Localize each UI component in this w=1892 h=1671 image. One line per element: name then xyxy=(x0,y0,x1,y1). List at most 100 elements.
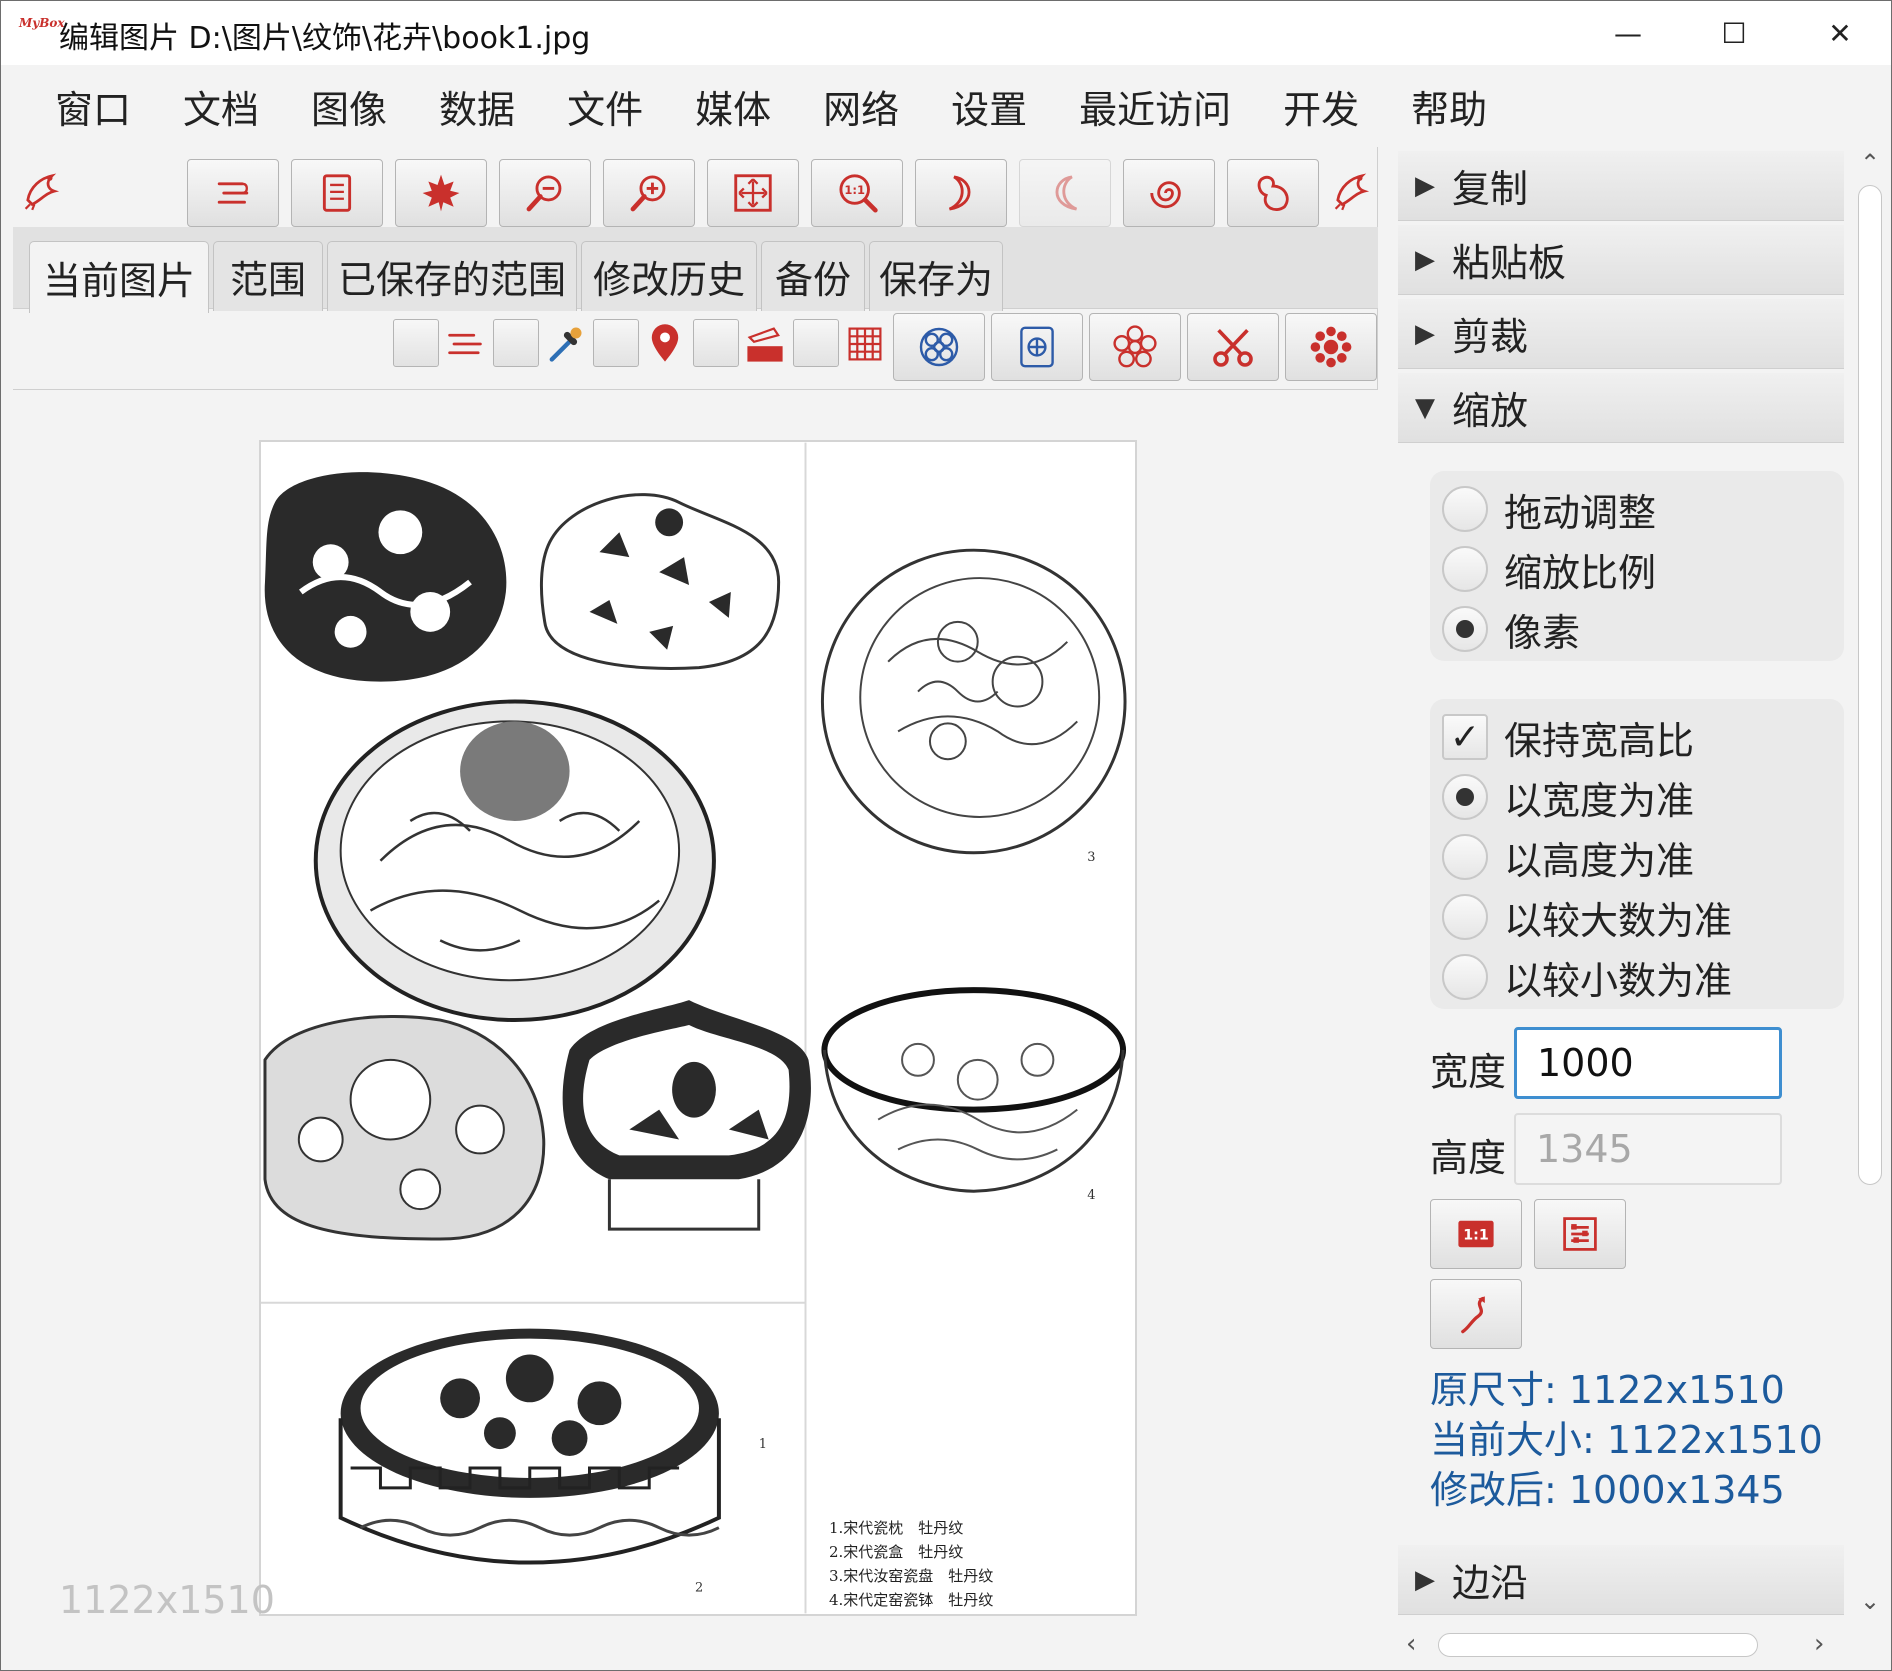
keep-ratio-checkbox[interactable]: ✓ 保持宽高比 xyxy=(1442,709,1694,765)
flower-button[interactable] xyxy=(1089,313,1181,381)
scrollbar-thumb[interactable] xyxy=(1438,1633,1758,1657)
radio-by-larger[interactable]: 以较大数为准 xyxy=(1442,889,1732,945)
rotate-right-icon xyxy=(1055,175,1078,211)
scissors-icon xyxy=(1213,328,1253,367)
original-size-button[interactable]: 1:1 xyxy=(1430,1199,1522,1269)
radio-by-smaller[interactable]: 以较小数为准 xyxy=(1442,949,1732,1005)
radio-label: 缩放比例 xyxy=(1504,550,1657,595)
tab-save-as[interactable]: 保存为 xyxy=(869,241,1003,311)
minimize-button[interactable]: — xyxy=(1575,1,1681,65)
caption-line: 1.宋代瓷枕 牡丹纹 xyxy=(829,1519,964,1537)
radio-by-width[interactable]: 以宽度为准 xyxy=(1442,769,1694,825)
grid-toggle[interactable] xyxy=(793,319,839,367)
eyedropper-toggle[interactable] xyxy=(493,319,539,367)
svg-text:1:1: 1:1 xyxy=(1463,1228,1489,1244)
scale-panel: 拖动调整 缩放比例 像素 ✓ 保持宽高比 以宽度为准 以高度为准 以较大数为准 … xyxy=(1398,445,1844,1537)
chevron-right-icon: ▶ xyxy=(1415,318,1435,349)
document-button[interactable] xyxy=(291,159,383,227)
brush-stroke-icon xyxy=(1461,1296,1485,1334)
radio-button[interactable] xyxy=(1442,954,1488,1000)
accordion-copy[interactable]: ▶ 复制 xyxy=(1398,151,1844,221)
caption-line: 3.宋代汝窑瓷盘 牡丹纹 xyxy=(829,1567,994,1585)
tab-scope[interactable]: 范围 xyxy=(213,241,323,311)
accordion-clipboard-label: 粘贴板 xyxy=(1452,241,1567,285)
accordion-clipboard[interactable]: ▶ 粘贴板 xyxy=(1398,225,1844,295)
window-title: 编辑图片 D:\图片\纹饰\花卉\book1.jpg xyxy=(59,21,591,56)
calculator-icon xyxy=(1563,1217,1597,1251)
scrollbar-thumb[interactable] xyxy=(1858,185,1882,1185)
right-panel-vertical-scrollbar[interactable]: ⌃ ⌄ xyxy=(1850,147,1890,1625)
maximize-button[interactable]: ☐ xyxy=(1681,1,1787,65)
chrysanthemum-button[interactable] xyxy=(1285,313,1377,381)
radio-scale-ratio[interactable]: 缩放比例 xyxy=(1442,541,1656,597)
radio-by-height[interactable]: 以高度为准 xyxy=(1442,829,1694,885)
menu-help[interactable]: 帮助 xyxy=(1411,79,1487,134)
radio-button[interactable] xyxy=(1442,486,1488,532)
radio-label: 以较小数为准 xyxy=(1504,958,1733,1003)
radio-drag-adjust[interactable]: 拖动调整 xyxy=(1442,481,1656,537)
close-button[interactable]: ✕ xyxy=(1787,1,1891,65)
radio-button[interactable] xyxy=(1442,894,1488,940)
scroll-right-icon[interactable]: › xyxy=(1814,1629,1824,1659)
main-toolbar: 1:1 xyxy=(13,151,1378,237)
image-sub-toolbar xyxy=(13,309,1378,381)
menu-develop[interactable]: 开发 xyxy=(1283,79,1359,134)
apply-scale-button[interactable] xyxy=(1430,1279,1522,1349)
menu-file[interactable]: 文件 xyxy=(567,79,643,134)
tab-current-image[interactable]: 当前图片 xyxy=(29,241,209,313)
tab-backup[interactable]: 备份 xyxy=(761,241,865,311)
calculator-button[interactable] xyxy=(1534,1199,1626,1269)
tab-history[interactable]: 修改历史 xyxy=(581,241,757,311)
scroll-left-icon[interactable]: ‹ xyxy=(1406,1629,1416,1659)
rotate-left-button[interactable] xyxy=(915,159,1007,227)
width-label: 宽度 xyxy=(1430,1050,1507,1094)
original-size-info: 原尺寸: 1122x1510 xyxy=(1430,1368,1785,1412)
frame-button[interactable] xyxy=(991,313,1083,381)
radio-button[interactable] xyxy=(1442,606,1488,652)
accordion-margins[interactable]: ▶ 边沿 xyxy=(1398,1545,1844,1615)
menu-settings[interactable]: 设置 xyxy=(951,79,1027,134)
phoenix-icon xyxy=(15,165,67,221)
fill-toggle[interactable] xyxy=(693,319,739,367)
svg-text:2: 2 xyxy=(695,1580,703,1595)
tab-saved-scopes[interactable]: 已保存的范围 xyxy=(327,241,577,311)
right-panel-horizontal-scrollbar[interactable]: ‹ › xyxy=(1398,1625,1850,1665)
lines-toggle[interactable] xyxy=(393,319,439,367)
rotate-right-button[interactable] xyxy=(1019,159,1111,227)
menu-data[interactable]: 数据 xyxy=(439,79,515,134)
height-input xyxy=(1514,1113,1782,1185)
scroll-up-icon[interactable]: ⌃ xyxy=(1850,149,1890,177)
menu-document[interactable]: 文档 xyxy=(183,79,259,134)
fit-window-button[interactable] xyxy=(707,159,799,227)
accordion-scale[interactable]: ▼ 缩放 xyxy=(1398,373,1844,443)
menu-recent[interactable]: 最近访问 xyxy=(1079,79,1231,134)
fit-window-icon xyxy=(734,174,772,212)
menu-image[interactable]: 图像 xyxy=(311,79,387,134)
zoom-in-button[interactable] xyxy=(603,159,695,227)
svg-text:4: 4 xyxy=(1087,1188,1095,1203)
undo-lines-button[interactable] xyxy=(187,159,279,227)
menu-window[interactable]: 窗口 xyxy=(55,79,131,134)
cells-button[interactable] xyxy=(893,313,985,381)
zoom-out-button[interactable] xyxy=(499,159,591,227)
checkbox[interactable]: ✓ xyxy=(1442,714,1488,760)
width-input[interactable] xyxy=(1514,1027,1782,1099)
image-canvas[interactable]: 1 2 3 4 1.宋代瓷枕 牡丹纹 2.宋代瓷盒 牡丹纹 3.宋代汝窑瓷盘 牡… xyxy=(13,389,1378,1664)
scroll-down-icon[interactable]: ⌄ xyxy=(1850,1587,1890,1615)
maple-leaf-button[interactable] xyxy=(395,159,487,227)
pop-button[interactable] xyxy=(1227,159,1319,227)
zoom-actual-button[interactable]: 1:1 xyxy=(811,159,903,227)
menu-media[interactable]: 媒体 xyxy=(695,79,771,134)
accordion-margins-label: 边沿 xyxy=(1452,1561,1529,1605)
accordion-crop[interactable]: ▶ 剪裁 xyxy=(1398,299,1844,369)
radio-button[interactable] xyxy=(1442,546,1488,592)
radio-button[interactable] xyxy=(1442,774,1488,820)
edited-image[interactable]: 1 2 3 4 1.宋代瓷枕 牡丹纹 2.宋代瓷盒 牡丹纹 3.宋代汝窑瓷盘 牡… xyxy=(259,440,1137,1616)
scissors-button[interactable] xyxy=(1187,313,1279,381)
menu-network[interactable]: 网络 xyxy=(823,79,899,134)
radio-button[interactable] xyxy=(1442,834,1488,880)
radio-pixels[interactable]: 像素 xyxy=(1442,601,1580,657)
location-toggle[interactable] xyxy=(593,319,639,367)
location-pin-icon xyxy=(641,315,689,373)
spiral-button[interactable] xyxy=(1123,159,1215,227)
